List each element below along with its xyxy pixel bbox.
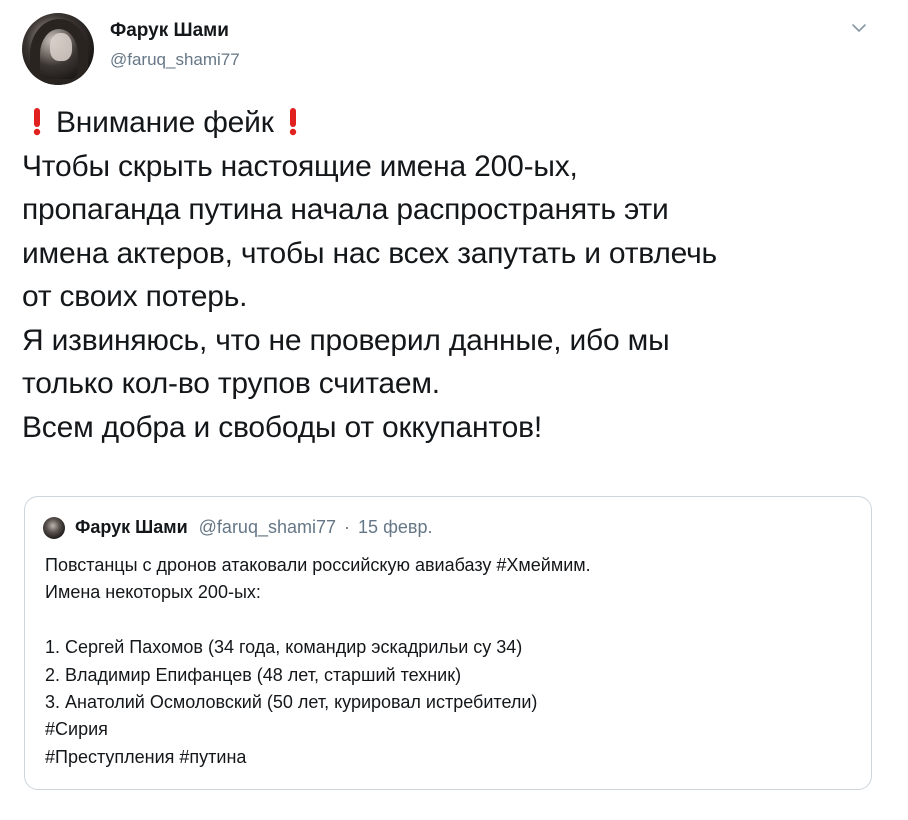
red-exclamation-icon	[32, 101, 42, 145]
quoted-line: 2. Владимир Епифанцев (48 лет, старший т…	[45, 664, 462, 685]
tweet-line: только кол-во трупов считаем.	[22, 367, 440, 400]
tweet-line: имена актеров, чтобы нас всех запутать и…	[22, 236, 717, 270]
tweet-alert-text: Внимание фейк	[56, 106, 274, 139]
author-handle[interactable]: @faruq_shami77	[110, 50, 240, 70]
quoted-hashtags: #Преступления #путина	[45, 746, 247, 767]
chevron-down-icon[interactable]	[851, 20, 867, 36]
avatar-face	[50, 33, 72, 61]
tweet-line: пропаганда путина начала распространять …	[22, 193, 669, 226]
quoted-line: 1. Сергей Пахомов (34 года, командир эск…	[45, 637, 523, 658]
tweet-body: Внимание фейк Чтобы скрыть настоящие име…	[22, 101, 892, 449]
quoted-date[interactable]: 15 февр.	[358, 517, 432, 537]
quoted-author-handle: @faruq_shami77	[198, 517, 337, 537]
tweet-author-avatar[interactable]	[22, 13, 94, 85]
quoted-author-avatar	[43, 517, 65, 539]
tweet-line-alert: Внимание фейк	[22, 101, 892, 145]
tweet-line: Чтобы скрыть настоящие имена 200-ых,	[22, 149, 578, 183]
quoted-tweet-header: Фарук Шами @faruq_shami77 · 15 февр.	[75, 517, 432, 538]
quoted-separator: ·	[344, 517, 351, 537]
quoted-author-name: Фарук Шами	[75, 517, 188, 537]
tweet-line: от своих потерь.	[22, 280, 248, 313]
quoted-hashtag: #Сирия	[45, 719, 108, 740]
quoted-line: Имена некоторых 200-ых:	[45, 582, 261, 603]
quoted-tweet-body: Повстанцы с дронов атаковали российскую …	[45, 552, 855, 771]
quoted-tweet-card[interactable]: Фарук Шами @faruq_shami77 · 15 февр. Пов…	[24, 496, 872, 790]
quoted-line-blank	[45, 607, 855, 634]
quoted-line: 3. Анатолий Осмоловский (50 лет, куриров…	[45, 692, 538, 713]
red-exclamation-icon	[288, 101, 298, 145]
author-display-name[interactable]: Фарук Шами	[110, 20, 229, 42]
quoted-line: Повстанцы с дронов атаковали российскую …	[45, 555, 591, 575]
tweet-line: Я извиняюсь, что не проверил данные, ибо…	[22, 323, 670, 357]
tweet-line: Всем добра и свободы от оккупантов!	[22, 410, 542, 444]
